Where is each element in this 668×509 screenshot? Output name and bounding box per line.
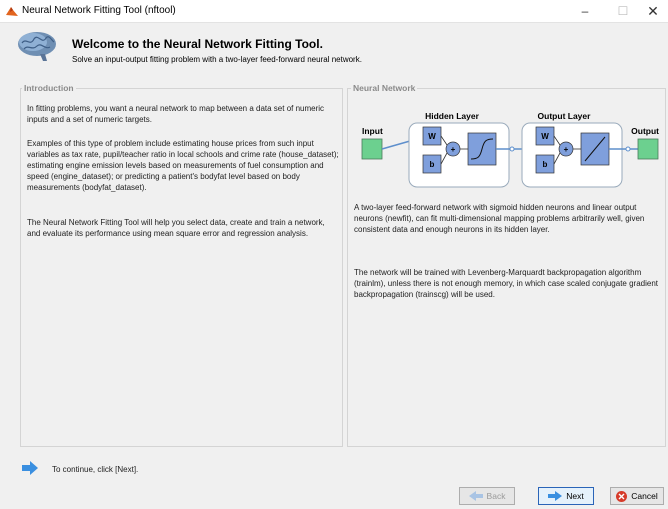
welcome-subtitle: Solve an input-output fitting problem wi… [72,55,362,64]
output-layer-label: Output Layer [538,111,592,121]
hidden-bias-label: b [430,160,435,169]
arrow-right-icon [22,461,38,475]
neural-network-panel: Neural Network Input Hidden Layer Output… [347,83,666,447]
window-title: Neural Network Fitting Tool (nftool) [22,5,176,16]
neural-network-heading: Neural Network [351,83,418,93]
intro-paragraph-3: The Neural Network Fitting Tool will hel… [27,218,325,238]
intro-paragraph-1: In fitting problems, you want a neural n… [27,104,325,124]
arrow-right-icon [548,491,563,501]
output-sum-label: + [564,145,569,154]
maximize-button[interactable]: ☐ [606,0,640,22]
output-junction [625,146,631,152]
intro-paragraph-2: Examples of this type of problem include… [27,139,339,192]
input-connector [381,140,411,150]
network-paragraph-1: A two-layer feed-forward network with si… [354,203,645,234]
arrow-left-icon [468,491,483,501]
cancel-icon [616,490,628,502]
input-block [361,138,383,160]
welcome-header: Welcome to the Neural Network Fitting To… [0,23,668,75]
input-label: Input [362,126,383,136]
next-button[interactable]: Next [538,487,594,505]
output-bias-label: b [543,160,548,169]
network-paragraph-2: The network will be trained with Levenbe… [354,268,659,299]
cancel-label: Cancel [631,491,658,501]
close-button[interactable]: ✕ [636,0,668,22]
hidden-weight-label: W [428,132,436,141]
output-block [637,138,659,160]
back-label: Back [486,491,506,501]
brain-icon [18,32,56,61]
next-label: Next [566,491,584,501]
back-button[interactable]: Back [459,487,515,505]
introduction-panel: Introduction In fitting problems, you wa… [20,83,343,447]
welcome-title: Welcome to the Neural Network Fitting To… [72,37,323,51]
continue-hint: To continue, click [Next]. [52,465,139,474]
introduction-heading: Introduction [22,83,76,93]
title-bar: Neural Network Fitting Tool (nftool) – ☐… [0,0,668,23]
hidden-output-junction [509,146,515,152]
output-weight-label: W [541,132,549,141]
hidden-layer-label: Hidden Layer [425,111,480,121]
matlab-icon [6,7,18,16]
cancel-button[interactable]: Cancel [610,487,664,505]
minimize-button[interactable]: – [568,0,602,22]
hidden-sum-label: + [451,145,456,154]
output-label: Output [631,126,659,136]
network-diagram: Input Hidden Layer Output Layer Output W… [361,111,659,188]
